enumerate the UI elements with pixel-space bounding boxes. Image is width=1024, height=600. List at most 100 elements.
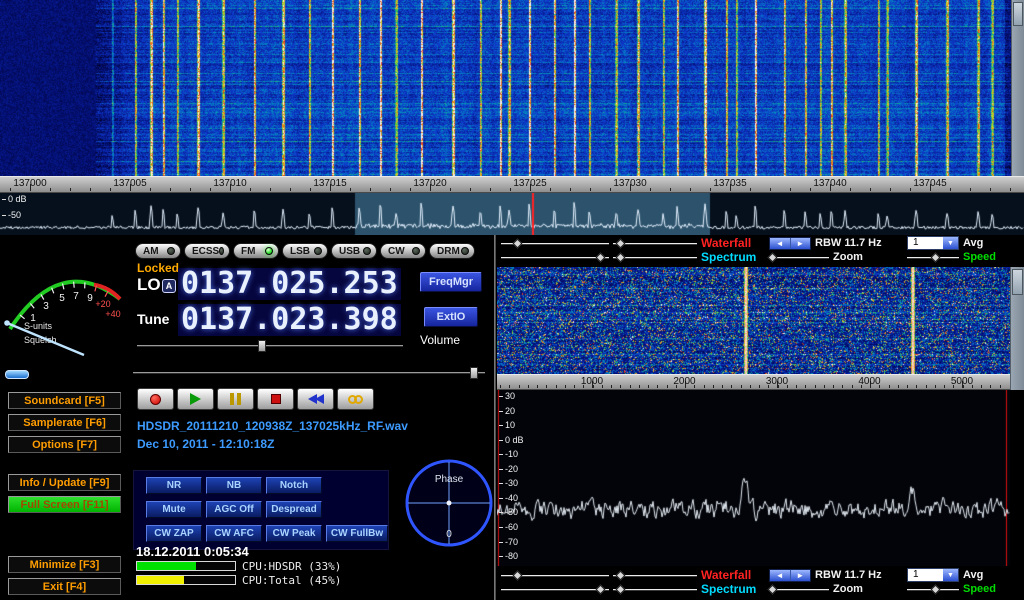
slider-thumb[interactable] <box>513 238 523 248</box>
freqmgr-button[interactable]: FreqMgr <box>420 272 482 292</box>
dropdown-arrow-icon[interactable]: ▼ <box>943 569 958 581</box>
lo-frequency-display[interactable]: 0137.025.253 <box>178 268 401 300</box>
slider-thumb[interactable] <box>513 570 523 580</box>
waterfall-lower-slider[interactable] <box>613 237 697 250</box>
waterfall-lower-slider[interactable] <box>613 569 697 582</box>
rewind-button[interactable] <box>297 388 334 410</box>
nr-button[interactable]: NR <box>146 477 202 494</box>
options-button[interactable]: Options [F7] <box>8 436 121 453</box>
left-arrow-icon[interactable]: ◄ <box>770 238 791 249</box>
full-screen-button[interactable]: Full Screen [F11] <box>8 496 121 513</box>
main-spectrum-wrap: 0 dB -50 <box>0 193 1024 235</box>
notch-button[interactable]: Notch <box>266 477 322 494</box>
tune-slider-thumb[interactable] <box>470 367 478 379</box>
cw-peak-button[interactable]: CW Peak <box>266 525 322 542</box>
extio-button[interactable]: ExtIO <box>424 307 478 327</box>
main-waterfall-scrollbar-thumb[interactable] <box>1013 2 1023 26</box>
slider-thumb[interactable] <box>615 252 625 262</box>
slider-thumb[interactable] <box>767 584 777 594</box>
zoom-slider[interactable] <box>769 251 829 264</box>
db-scale-label: 0 dB <box>499 436 524 445</box>
avg-dropdown[interactable]: 1▼ <box>907 568 959 582</box>
cw-zap-button[interactable]: CW ZAP <box>146 525 202 542</box>
mode-led-cw <box>412 247 420 255</box>
db-scale-label: 20 <box>499 407 515 416</box>
waterfall-upper-slider[interactable] <box>501 569 609 582</box>
main-spectrum[interactable] <box>0 193 1024 235</box>
volume-slider[interactable] <box>137 340 403 352</box>
tune-frequency-display[interactable]: 0137.023.398 <box>178 304 401 336</box>
mode-button-cw[interactable]: CW <box>380 243 426 259</box>
spectrum-label: Spectrum <box>701 250 765 264</box>
slider-thumb[interactable] <box>596 252 606 262</box>
mode-button-ecss[interactable]: ECSS <box>184 243 230 259</box>
rbw-label: RBW 11.7 Hz <box>815 569 903 581</box>
mode-led-ecss <box>219 247 224 255</box>
cw-afc-button[interactable]: CW AFC <box>206 525 262 542</box>
info-update-button[interactable]: Info / Update [F9] <box>8 474 121 491</box>
soundcard-button[interactable]: Soundcard [F5] <box>8 392 121 409</box>
zoom-waterfall-scrollbar-thumb[interactable] <box>1012 269 1023 295</box>
play-button[interactable] <box>177 388 214 410</box>
speed-slider[interactable] <box>907 583 959 596</box>
agc-off-button[interactable]: AGC Off <box>206 501 262 518</box>
slider-thumb[interactable] <box>930 584 940 594</box>
nb-button[interactable]: NB <box>206 477 262 494</box>
zoom-spectrum[interactable] <box>497 390 1010 566</box>
slider-thumb[interactable] <box>615 238 625 248</box>
zoom-label: Zoom <box>833 251 903 263</box>
s-meter-tick-5: 5 <box>59 293 65 304</box>
speed-slider[interactable] <box>907 251 959 264</box>
zoom-frequency-scale[interactable]: 10002000300040005000 <box>497 374 1010 390</box>
mute-button[interactable]: Mute <box>146 501 202 518</box>
main-waterfall-scrollbar[interactable] <box>1011 0 1024 176</box>
mode-led-drm <box>461 247 469 255</box>
avg-dropdown[interactable]: 1▼ <box>907 236 959 250</box>
main-waterfall[interactable] <box>0 0 1024 176</box>
volume-slider-thumb[interactable] <box>258 340 266 352</box>
mode-button-lsb[interactable]: LSB <box>282 243 328 259</box>
mode-button-am[interactable]: AM <box>135 243 181 259</box>
spectrum-lower-slider[interactable] <box>613 583 697 596</box>
right-arrow-icon[interactable]: ► <box>791 570 811 581</box>
slider-thumb[interactable] <box>615 584 625 594</box>
waterfall-upper-slider[interactable] <box>501 237 609 250</box>
cw-fullbw-button[interactable]: CW FullBw <box>326 525 388 542</box>
s-meter-tick-7: 7 <box>73 291 79 302</box>
minimize-button[interactable]: Minimize [F3] <box>8 556 121 573</box>
record-button[interactable] <box>137 388 174 410</box>
slider-thumb[interactable] <box>615 570 625 580</box>
exit-button[interactable]: Exit [F4] <box>8 578 121 595</box>
lo-label: LO <box>137 275 161 295</box>
stop-button[interactable] <box>257 388 294 410</box>
waterfall-label: Waterfall <box>701 568 765 582</box>
samplerate-button[interactable]: Samplerate [F6] <box>8 414 121 431</box>
spectrum-lower-slider[interactable] <box>613 251 697 264</box>
mode-button-drm[interactable]: DRM <box>429 243 475 259</box>
zoom-slider[interactable] <box>769 583 829 596</box>
main-frequency-scale[interactable]: 1370001370051370101370151370201370251370… <box>0 176 1024 193</box>
lo-autolock-badge[interactable]: A <box>162 279 176 293</box>
left-arrow-icon[interactable]: ◄ <box>770 570 791 581</box>
shift-spinner[interactable]: ◄► <box>769 237 811 250</box>
mode-button-usb[interactable]: USB <box>331 243 377 259</box>
slider-thumb[interactable] <box>930 252 940 262</box>
dropdown-arrow-icon[interactable]: ▼ <box>943 237 958 249</box>
zoom-waterfall[interactable] <box>497 267 1010 374</box>
squelch-indicator[interactable] <box>5 370 29 379</box>
pause-button[interactable] <box>217 388 254 410</box>
shift-spinner[interactable]: ◄► <box>769 569 811 582</box>
zoom-waterfall-scrollbar[interactable] <box>1010 267 1024 390</box>
record-icon <box>150 394 161 405</box>
zoom-scale-label: 1000 <box>581 376 603 387</box>
spectrum-upper-slider[interactable] <box>501 251 609 264</box>
spectrum-upper-slider[interactable] <box>501 583 609 596</box>
tune-slider[interactable] <box>133 367 485 379</box>
freq-scale-label: 137020 <box>413 178 446 189</box>
right-arrow-icon[interactable]: ► <box>791 238 811 249</box>
slider-thumb[interactable] <box>596 584 606 594</box>
loop-button[interactable] <box>337 388 374 410</box>
slider-thumb[interactable] <box>767 252 777 262</box>
mode-button-fm[interactable]: FM <box>233 243 279 259</box>
despread-button[interactable]: Despread <box>266 501 322 518</box>
